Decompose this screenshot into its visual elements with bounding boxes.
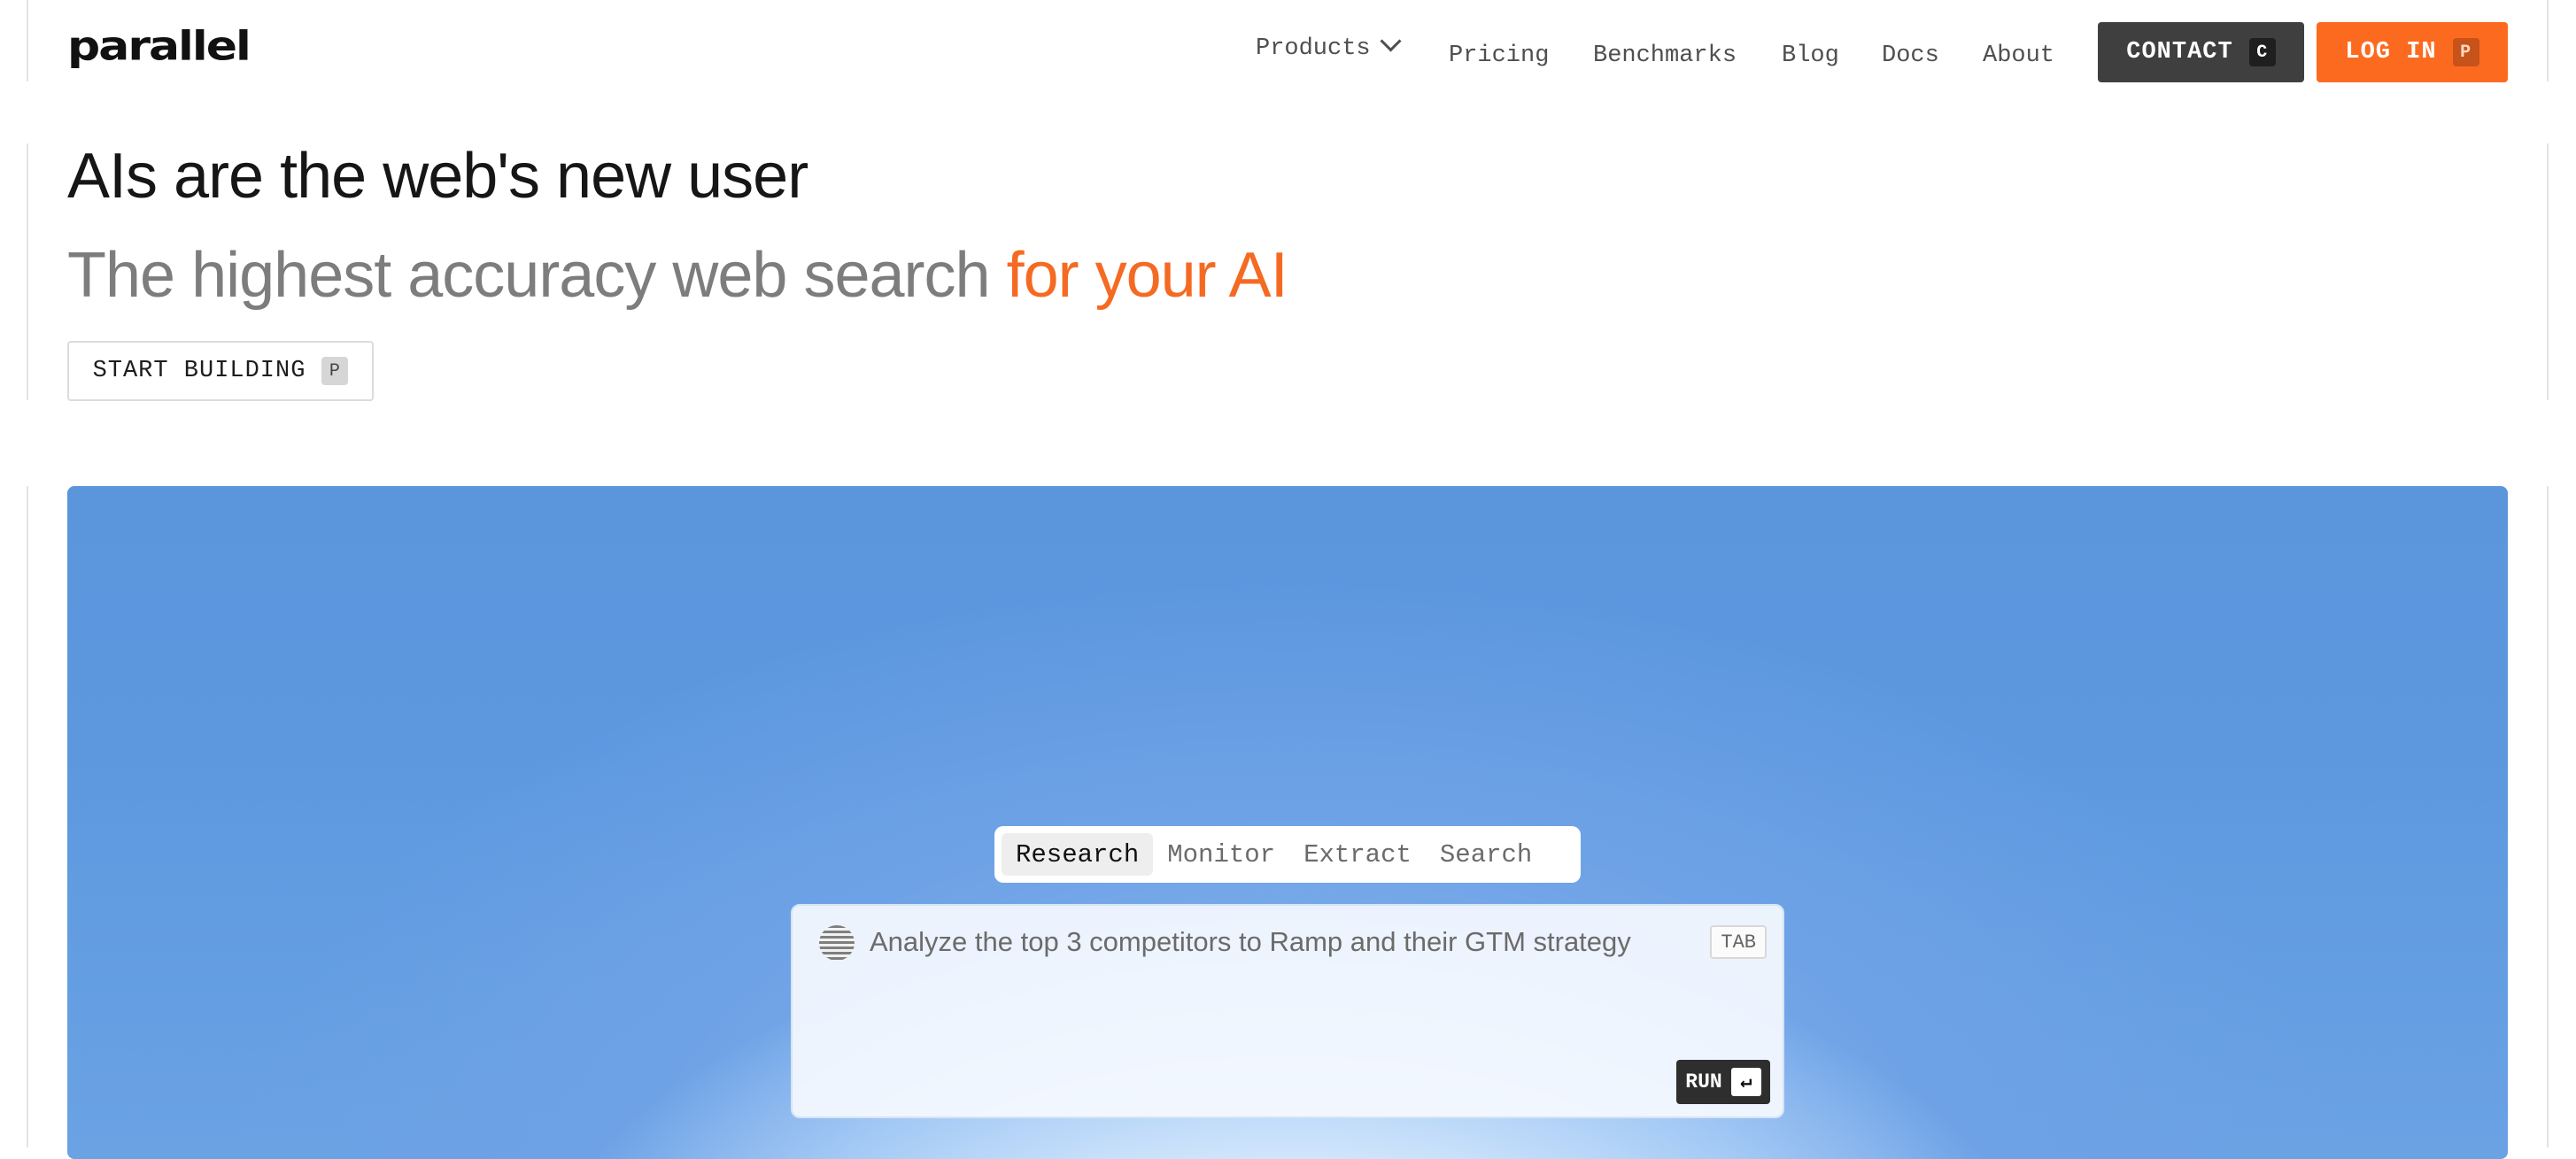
prompt-input-box[interactable]: Analyze the top 3 competitors to Ramp an… (791, 904, 1784, 1118)
contact-button[interactable]: CONTACT C (2098, 22, 2304, 82)
subline-main: The highest accuracy web search (67, 240, 1007, 311)
login-button-label: LOG IN (2345, 39, 2437, 66)
run-button-label: RUN (1685, 1070, 1722, 1093)
nav-blog[interactable]: Blog (1782, 42, 1839, 69)
tab-research[interactable]: Research (1002, 833, 1154, 876)
start-building-button[interactable]: START BUILDING P (67, 341, 374, 401)
left-guide-top (27, 0, 28, 81)
nav-docs[interactable]: Docs (1882, 42, 1939, 69)
nav-pricing[interactable]: Pricing (1449, 42, 1549, 69)
tab-monitor[interactable]: Monitor (1153, 833, 1289, 876)
left-guide-hero (27, 143, 28, 400)
hero-headline: AIs are the web's new user (67, 141, 808, 212)
start-building-shortcut-key: P (321, 357, 349, 385)
run-button[interactable]: RUN ↵ (1676, 1060, 1770, 1104)
contact-button-label: CONTACT (2126, 39, 2233, 66)
subline-accent: for your AI (1006, 240, 1288, 311)
brand-logo[interactable]: parallel (67, 23, 251, 70)
right-guide-hero (2547, 143, 2549, 400)
tab-search[interactable]: Search (1426, 833, 1546, 876)
hero-subline: The highest accuracy web search for your… (67, 239, 1288, 312)
nav-products-label: Products (1256, 35, 1371, 62)
prompt-placeholder: Analyze the top 3 competitors to Ramp an… (870, 926, 1631, 957)
contact-shortcut-key: C (2248, 38, 2276, 66)
start-building-label: START BUILDING (92, 358, 306, 384)
right-guide-top (2547, 0, 2549, 81)
chevron-down-icon (1380, 30, 1402, 52)
login-shortcut-key: P (2452, 38, 2479, 66)
nav-products[interactable]: Products (1256, 30, 1402, 62)
login-button[interactable]: LOG IN P (2317, 22, 2508, 82)
nav-about[interactable]: About (1983, 42, 2054, 69)
demo-tab-bar: Research Monitor Extract Search (994, 826, 1581, 883)
nav-benchmarks[interactable]: Benchmarks (1593, 42, 1737, 69)
enter-icon: ↵ (1730, 1068, 1761, 1096)
right-guide-panel (2547, 486, 2549, 1147)
left-guide-panel (27, 486, 28, 1147)
striped-globe-icon (819, 925, 855, 961)
tab-extract[interactable]: Extract (1289, 833, 1426, 876)
tab-key-hint: TAB (1710, 925, 1767, 959)
